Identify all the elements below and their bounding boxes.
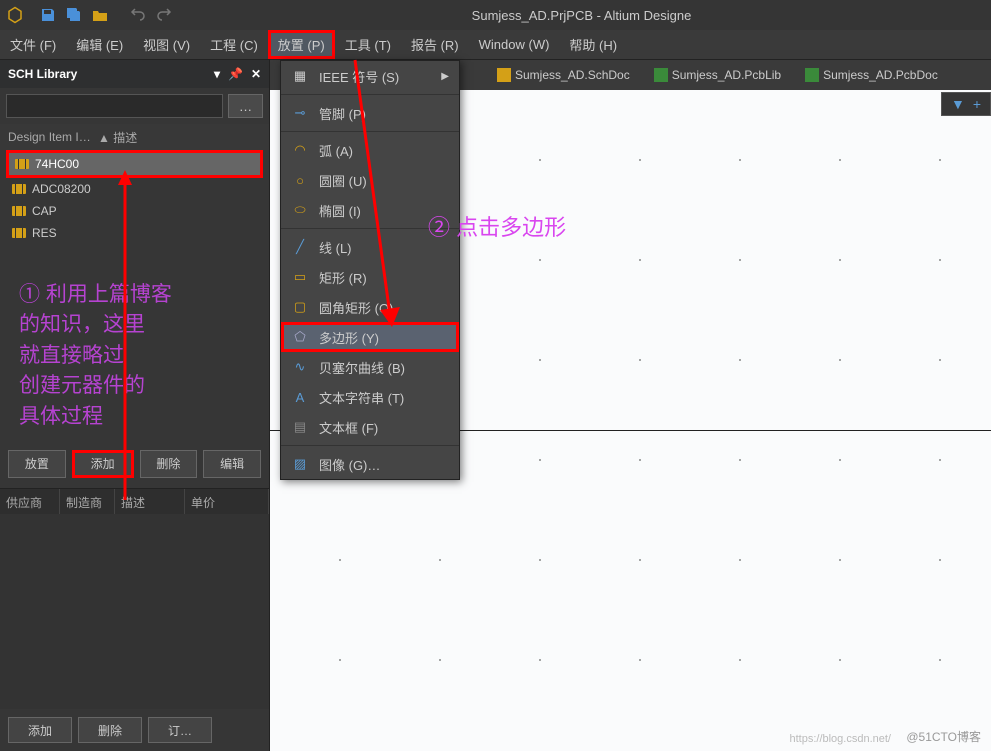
mi-ellipse[interactable]: ⬭椭圆 (I): [281, 195, 459, 225]
arc-icon: ◠: [291, 142, 309, 158]
redo-icon[interactable]: [156, 7, 172, 23]
mi-polygon[interactable]: ⬠多边形 (Y): [281, 322, 459, 352]
menu-place[interactable]: 放置 (P): [268, 30, 335, 59]
save-icon[interactable]: [40, 7, 56, 23]
menu-view[interactable]: 视图 (V): [133, 30, 200, 59]
menubar: 文件 (F) 编辑 (E) 视图 (V) 工程 (C) 放置 (P) 工具 (T…: [0, 30, 991, 60]
circle-icon: ○: [291, 173, 309, 188]
supplier-header: 供应商 制造商 描述 单价: [0, 488, 269, 514]
tab-pcbdoc[interactable]: Sumjess_AD.PcbDoc: [800, 65, 943, 85]
panel-title: SCH Library: [8, 67, 77, 81]
supplier-grid: [0, 514, 269, 710]
tab-schdoc[interactable]: Sumjess_AD.SchDoc: [492, 65, 635, 85]
delete-button[interactable]: 删除: [140, 450, 198, 478]
ellipse-icon: ⬭: [291, 202, 309, 218]
add-button[interactable]: 添加: [72, 450, 134, 478]
filter-button[interactable]: ▼ +: [941, 92, 991, 116]
col-design-item[interactable]: Design Item I…: [8, 130, 98, 144]
save-all-icon[interactable]: [66, 7, 82, 23]
mi-textbox[interactable]: ▤文本框 (F): [281, 412, 459, 442]
menu-project[interactable]: 工程 (C): [200, 30, 268, 59]
mi-line[interactable]: ╱线 (L): [281, 232, 459, 262]
place-button[interactable]: 放置: [8, 450, 66, 478]
component-icon: [12, 206, 26, 216]
mi-circle[interactable]: ○圆圈 (U): [281, 165, 459, 195]
tab-pcblib[interactable]: Sumjess_AD.PcbLib: [649, 65, 786, 85]
component-icon: [15, 159, 29, 169]
menu-file[interactable]: 文件 (F): [0, 30, 66, 59]
panel-close-icon[interactable]: ✕: [251, 67, 261, 81]
polygon-icon: ⬠: [291, 329, 309, 345]
mi-arc[interactable]: ◠弧 (A): [281, 135, 459, 165]
rect-icon: ▭: [291, 269, 309, 285]
menu-report[interactable]: 报告 (R): [401, 30, 469, 59]
watermark: @51CTO博客: [906, 728, 981, 745]
list-item[interactable]: ADC08200: [6, 178, 263, 200]
panel-header: SCH Library ▾ 📌 ✕: [0, 60, 269, 88]
supplier-add-button[interactable]: 添加: [8, 717, 72, 743]
search-input[interactable]: [6, 94, 223, 118]
line-icon: ╱: [291, 239, 309, 255]
place-dropdown: ▦IEEE 符号 (S)▶ ⊸管脚 (P) ◠弧 (A) ○圆圈 (U) ⬭椭圆…: [280, 60, 460, 480]
edit-button[interactable]: 编辑: [203, 450, 261, 478]
col-description[interactable]: ▲ 描述: [98, 129, 137, 146]
mi-image[interactable]: ▨图像 (G)…: [281, 449, 459, 479]
bezier-icon: ∿: [291, 359, 309, 375]
roundrect-icon: ▢: [291, 299, 309, 315]
search-menu-button[interactable]: …: [228, 94, 263, 118]
mi-roundrect[interactable]: ▢圆角矩形 (O): [281, 292, 459, 322]
mi-text[interactable]: A文本字符串 (T): [281, 382, 459, 412]
titlebar: Sumjess_AD.PrjPCB - Altium Designe: [0, 0, 991, 30]
component-icon: [12, 184, 26, 194]
plus-icon: +: [973, 96, 981, 112]
window-title: Sumjess_AD.PrjPCB - Altium Designe: [177, 8, 986, 23]
mi-pin[interactable]: ⊸管脚 (P): [281, 98, 459, 128]
menu-edit[interactable]: 编辑 (E): [66, 30, 133, 59]
textbox-icon: ▤: [291, 419, 309, 435]
mi-bezier[interactable]: ∿贝塞尔曲线 (B): [281, 352, 459, 382]
col-price[interactable]: 单价: [185, 489, 269, 514]
panel-pin-icon[interactable]: 📌: [228, 67, 243, 81]
list-item[interactable]: CAP: [6, 200, 263, 222]
sch-library-panel: SCH Library ▾ 📌 ✕ … Design Item I… ▲ 描述 …: [0, 60, 270, 751]
list-item[interactable]: 74HC00: [9, 153, 260, 175]
mi-rect[interactable]: ▭矩形 (R): [281, 262, 459, 292]
open-icon[interactable]: [92, 7, 108, 23]
panel-dropdown-icon[interactable]: ▾: [214, 67, 220, 81]
menu-window[interactable]: Window (W): [469, 32, 560, 57]
app-logo-icon: [5, 5, 25, 25]
list-item[interactable]: RES: [6, 222, 263, 244]
component-list: 74HC00: [6, 150, 263, 178]
image-icon: ▨: [291, 456, 309, 472]
supplier-delete-button[interactable]: 删除: [78, 717, 142, 743]
menu-help[interactable]: 帮助 (H): [559, 30, 627, 59]
pin-icon: ⊸: [291, 105, 309, 121]
supplier-order-button[interactable]: 订…: [148, 717, 212, 743]
undo-icon[interactable]: [130, 7, 146, 23]
submenu-arrow-icon: ▶: [441, 71, 449, 82]
ieee-icon: ▦: [291, 68, 309, 84]
col-supplier[interactable]: 供应商: [0, 489, 60, 514]
mi-ieee[interactable]: ▦IEEE 符号 (S)▶: [281, 61, 459, 91]
grid-header: Design Item I… ▲ 描述: [0, 124, 269, 150]
text-icon: A: [291, 390, 309, 405]
watermark-url: https://blog.csdn.net/: [789, 733, 891, 745]
filter-icon: ▼: [951, 96, 965, 112]
col-manufacturer[interactable]: 制造商: [60, 489, 115, 514]
col-desc[interactable]: 描述: [115, 489, 185, 514]
component-icon: [12, 228, 26, 238]
menu-tools[interactable]: 工具 (T): [335, 30, 401, 59]
